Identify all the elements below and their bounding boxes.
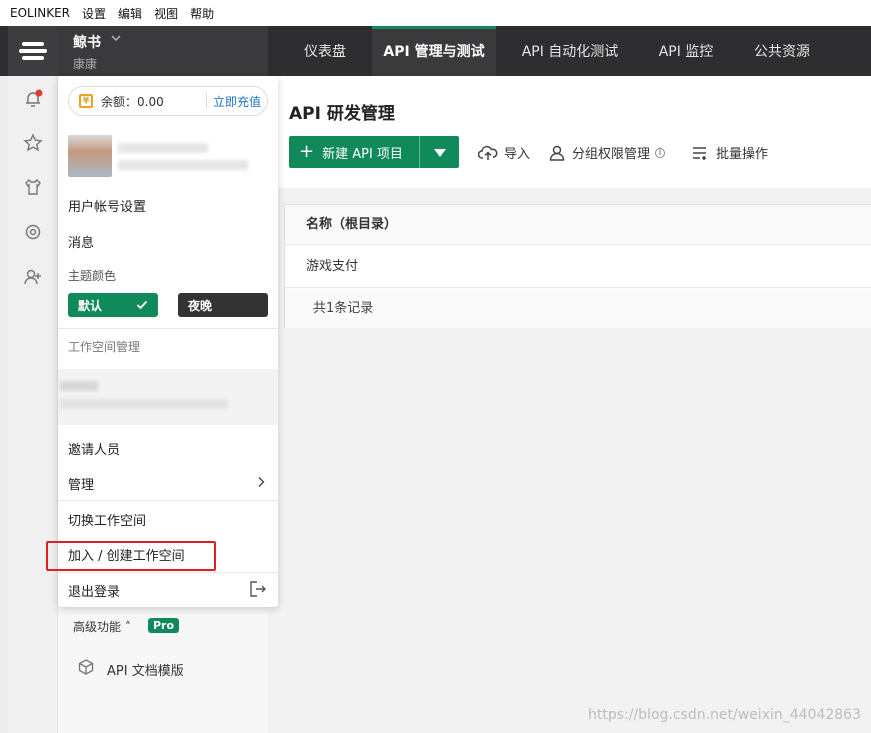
divider: [58, 328, 278, 329]
workspace-mgmt-label: 工作空间管理: [68, 340, 141, 354]
api-doc-template-link[interactable]: API 文档模版: [107, 660, 184, 679]
menu-eolinker[interactable]: EOLINKER: [10, 6, 70, 20]
logout-item[interactable]: 退出登录: [68, 581, 120, 600]
batch-operation-button[interactable]: 批量操作: [692, 143, 768, 162]
cloud-upload-icon: [478, 145, 498, 160]
button-divider: [419, 136, 420, 168]
tab-dashboard[interactable]: 仪表盘: [278, 26, 372, 76]
account-settings-item[interactable]: 用户帐号设置: [68, 196, 146, 215]
bell-icon[interactable]: [22, 88, 44, 110]
advanced-features-toggle[interactable]: 高级功能 ˄: [73, 618, 131, 635]
manage-item[interactable]: 管理: [68, 474, 94, 493]
plus-icon: +: [299, 141, 315, 162]
group-permission-button[interactable]: 分组权限管理 i: [548, 143, 666, 162]
group-permission-label: 分组权限管理: [572, 147, 651, 162]
logout-icon[interactable]: [249, 581, 267, 601]
theme-night-label: 夜晚: [188, 298, 213, 313]
wallet-icon: ¥: [79, 94, 93, 108]
page-header: API 研发管理 + 新建 API 项目 导入 分组权限管理 i 批量操作: [268, 76, 871, 188]
import-button[interactable]: 导入: [478, 143, 530, 162]
cube-icon: [78, 659, 94, 679]
add-user-icon[interactable]: [22, 266, 44, 288]
caret-down-icon[interactable]: [433, 147, 447, 162]
import-label: 导入: [504, 147, 531, 162]
balance-value: 余额：0.00: [101, 94, 164, 109]
tab-api-automation[interactable]: API 自动化测试: [506, 26, 634, 76]
new-api-project-label: 新建 API 项目: [322, 146, 403, 162]
page-title: API 研发管理: [289, 104, 395, 124]
new-api-project-button[interactable]: + 新建 API 项目: [289, 136, 459, 168]
menu-settings[interactable]: 设置: [82, 5, 106, 22]
menu-edit[interactable]: 编辑: [118, 5, 142, 22]
table-row[interactable]: 游戏支付: [285, 246, 871, 288]
app-logo[interactable]: [8, 26, 58, 76]
table-header-name[interactable]: 名称（根目录）: [285, 205, 871, 245]
invite-members-item[interactable]: 邀请人员: [68, 439, 120, 458]
tab-api-monitor[interactable]: API 监控: [644, 26, 728, 76]
logo-icon: [19, 42, 47, 60]
star-icon[interactable]: [22, 132, 44, 154]
menu-help[interactable]: 帮助: [190, 5, 214, 22]
batch-operation-label: 批量操作: [716, 147, 769, 162]
gear-icon[interactable]: [22, 221, 44, 243]
theme-default-button[interactable]: 默认: [68, 293, 158, 317]
user-dropdown-menu: ¥ 余额：0.00 立即充值 用户帐号设置 消息 主题颜色 默认 夜晚 工作空间…: [58, 76, 278, 607]
chevron-down-icon: [110, 32, 122, 47]
list-icon: [693, 146, 706, 160]
blurred-username: [118, 143, 208, 153]
theme-color-label: 主题颜色: [68, 269, 117, 283]
current-workspace-card[interactable]: [58, 369, 278, 425]
window-edge: [0, 26, 8, 733]
switch-workspace-item[interactable]: 切换工作空间: [68, 510, 146, 529]
check-icon: [136, 300, 148, 310]
balance-bar: ¥ 余额：0.00 立即充值: [68, 86, 268, 116]
project-table: 名称（根目录） 游戏支付 共1条记录: [284, 204, 871, 328]
shirt-icon[interactable]: [22, 176, 44, 198]
divider: [58, 572, 278, 573]
tab-public-resources[interactable]: 公共资源: [738, 26, 826, 76]
divider: [58, 500, 278, 501]
app-menubar: EOLINKER 设置 编辑 视图 帮助: [0, 0, 871, 26]
watermark: https://blog.csdn.net/weixin_44042863: [587, 707, 861, 723]
top-navbar: 鲸书 康康 仪表盘 API 管理与测试 API 自动化测试 API 监控 公共资…: [0, 26, 871, 76]
left-icon-rail: [8, 76, 58, 733]
messages-item[interactable]: 消息: [68, 232, 94, 251]
workspace-switcher[interactable]: 鲸书 康康: [58, 26, 268, 76]
chevron-right-icon: [256, 476, 266, 492]
highlight-annotation-box: [46, 541, 216, 571]
tab-api-management[interactable]: API 管理与测试: [372, 26, 496, 76]
info-icon: i: [655, 147, 666, 158]
blurred-workspace-id: [60, 399, 228, 409]
menu-view[interactable]: 视图: [154, 5, 178, 22]
avatar[interactable]: [68, 135, 112, 177]
pro-badge: Pro: [148, 618, 180, 633]
theme-default-label: 默认: [78, 298, 103, 313]
blurred-email: [118, 160, 248, 170]
blurred-workspace-name: [60, 381, 98, 391]
user-icon: [549, 145, 565, 161]
recharge-link[interactable]: 立即充值: [207, 93, 267, 110]
theme-night-button[interactable]: 夜晚: [178, 293, 268, 317]
main-content: API 研发管理 + 新建 API 项目 导入 分组权限管理 i 批量操作 名称…: [268, 76, 871, 733]
advanced-features-label: 高级功能: [73, 620, 122, 634]
workspace-name: 鲸书: [73, 35, 101, 51]
table-footer-count: 共1条记录: [285, 289, 871, 328]
workspace-subtitle: 康康: [73, 57, 98, 71]
